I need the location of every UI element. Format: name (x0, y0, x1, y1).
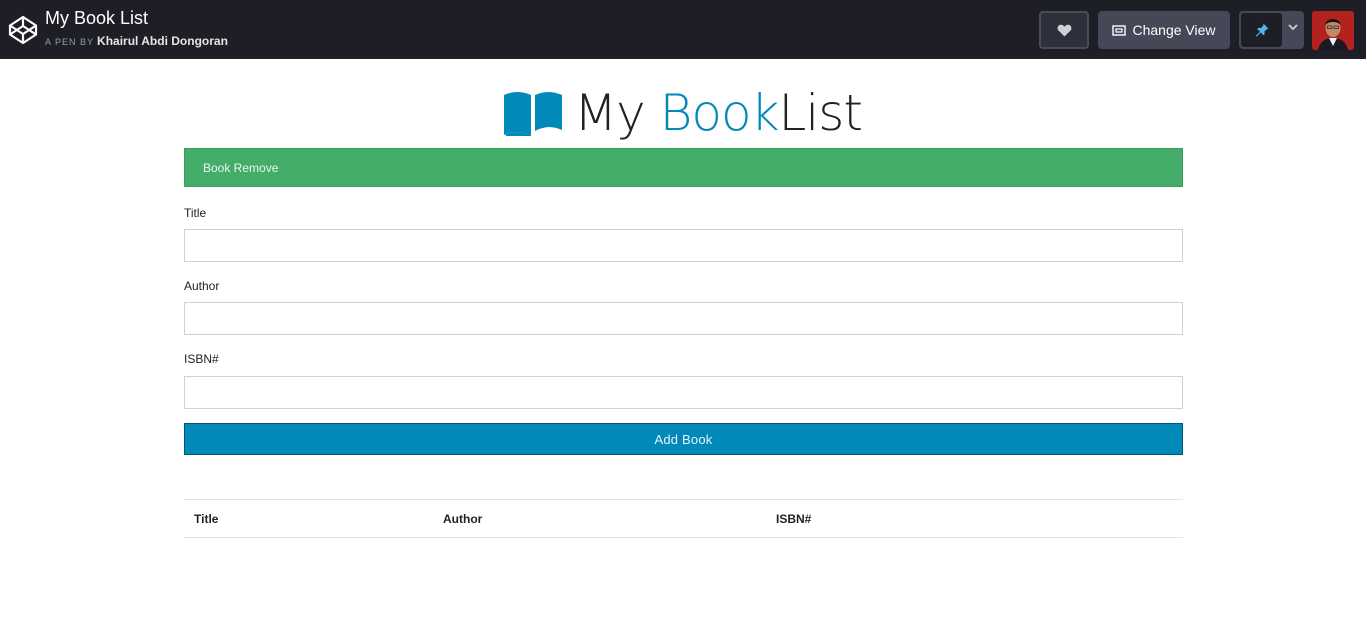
pin-toggle[interactable] (1241, 13, 1282, 47)
title-label: Title (184, 206, 207, 220)
title-input[interactable] (184, 229, 1183, 262)
author-input[interactable] (184, 302, 1183, 335)
pen-title[interactable]: My Book List (45, 8, 148, 29)
avatar-image (1312, 11, 1354, 50)
author-label: Author (184, 279, 220, 293)
column-title: Title (184, 499, 433, 538)
codepen-logo-icon[interactable] (8, 15, 38, 45)
avatar[interactable] (1312, 11, 1354, 50)
change-view-label: Change View (1132, 22, 1216, 38)
book-open-icon (504, 92, 563, 136)
title-part-book: Book (659, 84, 780, 142)
add-book-button[interactable]: Add Book (184, 423, 1183, 455)
table-header-row: Title Author ISBN# (184, 499, 1183, 538)
isbn-input[interactable] (184, 376, 1183, 409)
pen-byline: A PEN BY Khairul Abdi Dongoran (45, 32, 228, 50)
author-link[interactable]: Khairul Abdi Dongoran (97, 34, 228, 48)
change-view-icon (1112, 24, 1127, 36)
page-heading: My BookList (0, 80, 1366, 146)
change-view-button[interactable]: Change View (1098, 11, 1230, 49)
top-bar: My Book List A PEN BY Khairul Abdi Dongor… (0, 0, 1366, 59)
pin-button[interactable] (1239, 11, 1304, 49)
title-part-my: My (574, 84, 660, 142)
pin-icon (1255, 23, 1268, 37)
byline-prefix: A PEN BY (45, 37, 95, 47)
isbn-label: ISBN# (184, 352, 219, 366)
column-author: Author (433, 499, 766, 538)
chevron-down-icon[interactable] (1288, 23, 1298, 31)
like-button[interactable] (1039, 11, 1089, 49)
heart-icon (1057, 24, 1071, 37)
column-isbn: ISBN# (766, 499, 1183, 538)
title-part-list: List (778, 84, 863, 142)
success-alert: Book Remove (184, 148, 1183, 187)
book-table-header: Title Author ISBN# (184, 499, 1183, 538)
page-title: My BookList (574, 84, 863, 142)
book-table: Title Author ISBN# (184, 499, 1183, 538)
alert-message: Book Remove (203, 161, 279, 175)
